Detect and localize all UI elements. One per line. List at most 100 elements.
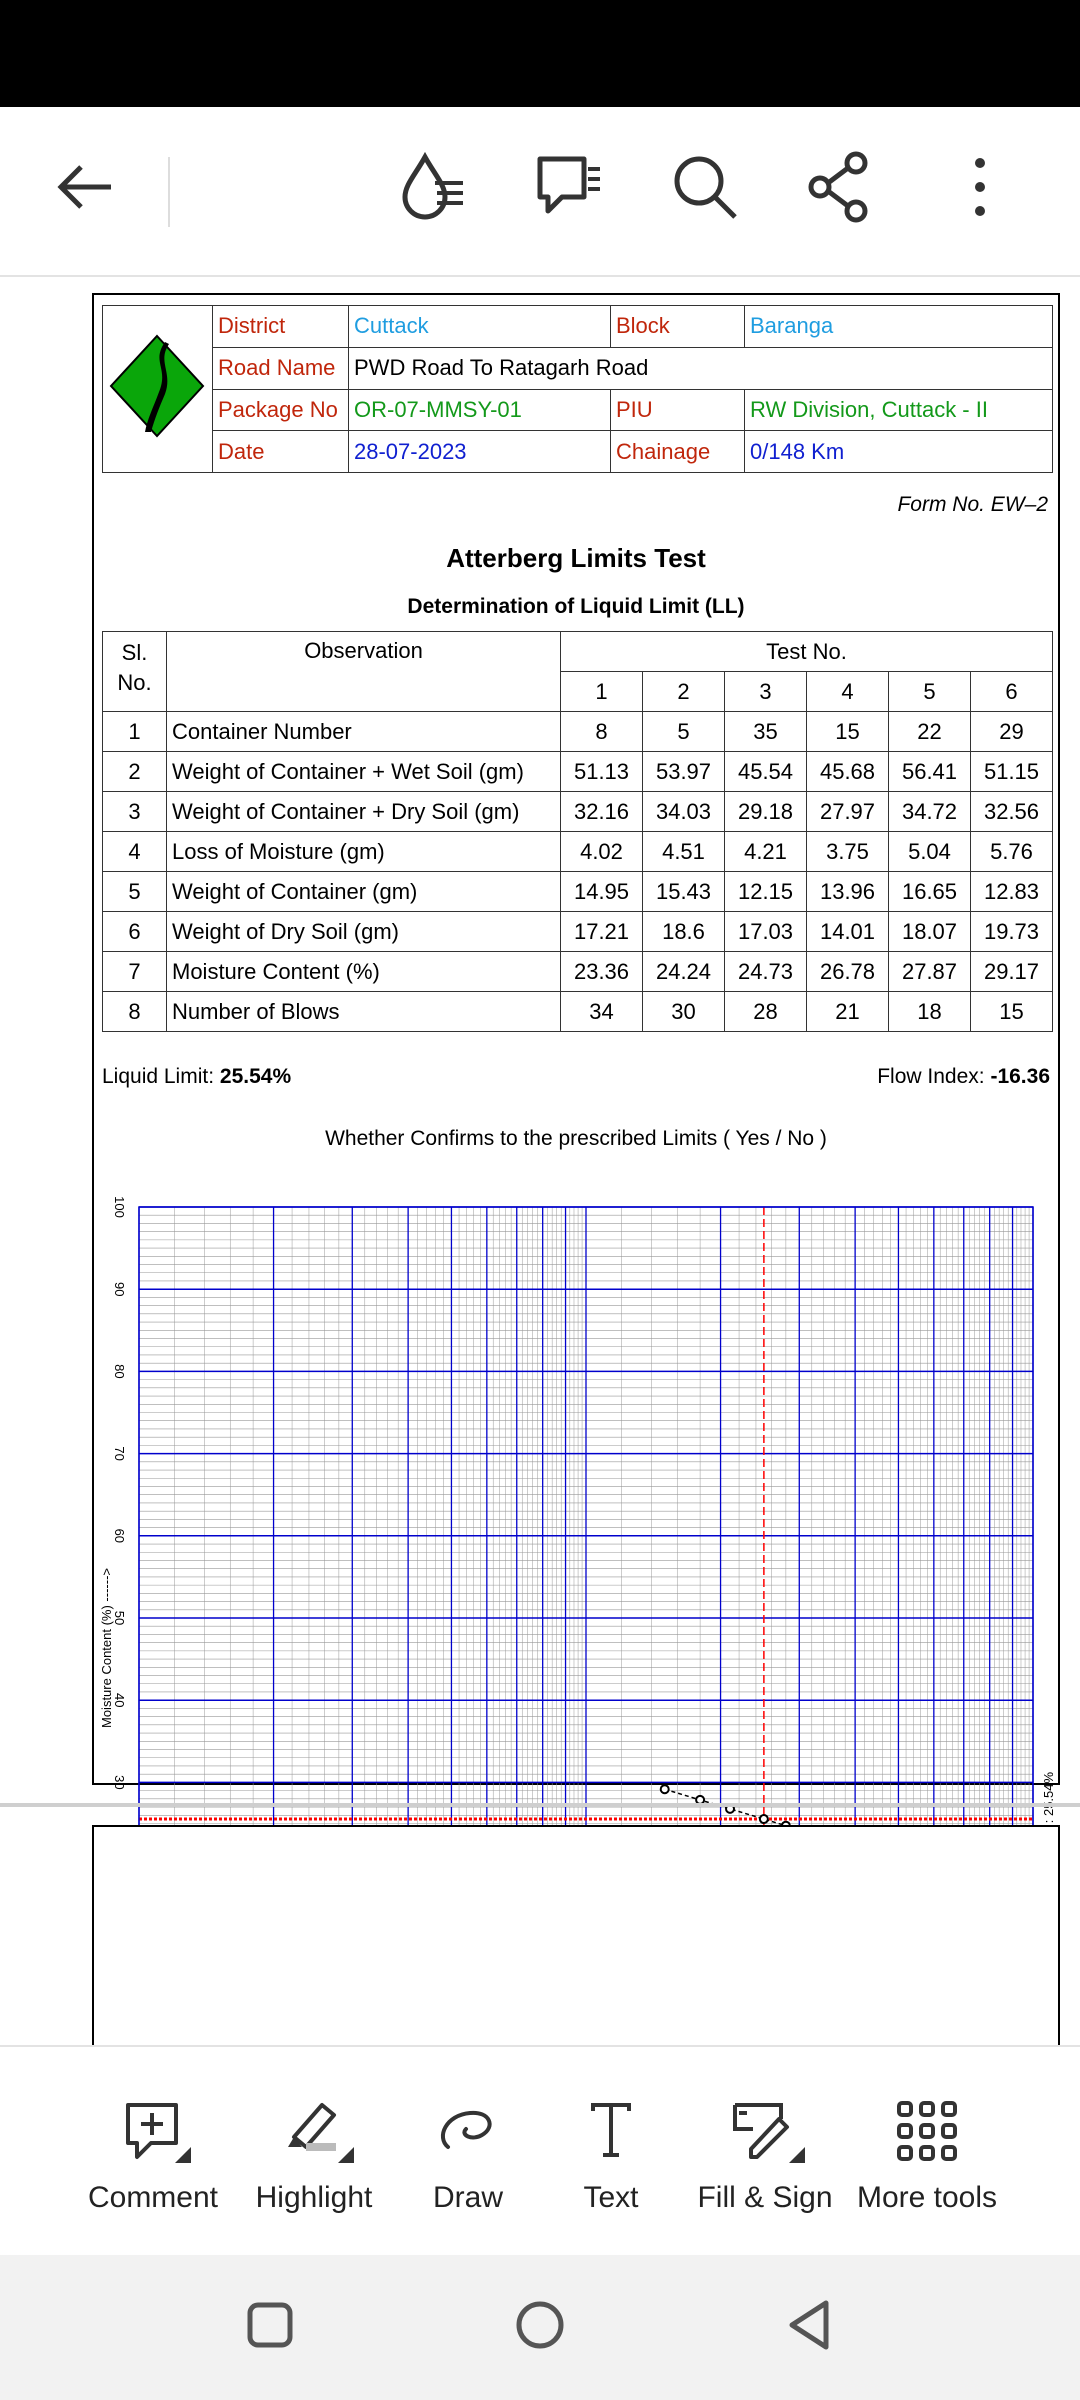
highlight-tool[interactable]: Highlight bbox=[234, 2097, 394, 2215]
value-cell: 17.21 bbox=[560, 911, 643, 952]
value-cell: 34.03 bbox=[642, 791, 725, 832]
back-icon[interactable] bbox=[780, 2295, 840, 2355]
reading-mode-icon[interactable] bbox=[395, 147, 475, 227]
y-tick-label: 90 bbox=[112, 1282, 127, 1296]
sl-cell: 2 bbox=[102, 751, 167, 792]
tool-label: Draw bbox=[432, 2181, 503, 2214]
test-no-header: 4 bbox=[806, 671, 889, 712]
home-icon[interactable] bbox=[510, 2295, 570, 2355]
table-row: 7 Moisture Content (%) 23.36 24.24 24.73 26.7… bbox=[102, 951, 1053, 992]
table-row: 6 Weight of Dry Soil (gm) 17.21 18.6 17.03 14… bbox=[102, 911, 1053, 952]
observation-cell: Number of Blows bbox=[166, 991, 561, 1032]
more-tools[interactable]: More tools bbox=[847, 2097, 1007, 2215]
value-cell: 12.15 bbox=[724, 871, 807, 912]
observation-header: Observation bbox=[166, 631, 561, 712]
more-vertical-icon[interactable] bbox=[940, 147, 1020, 227]
y-tick-label: 60 bbox=[112, 1529, 127, 1543]
value-cell: 24.73 bbox=[724, 951, 807, 992]
comments-list-icon[interactable] bbox=[530, 147, 610, 227]
value-cell: 27.97 bbox=[806, 791, 889, 832]
value-cell: 12.83 bbox=[970, 871, 1053, 912]
value-cell: 15 bbox=[970, 991, 1053, 1032]
piu-label: PIU bbox=[610, 388, 745, 432]
observation-table: Sl. No. Observation Test No. 123456 1 Con… bbox=[102, 631, 1053, 1032]
road-value: PWD Road To Ratagarh Road bbox=[348, 346, 1053, 390]
text-icon bbox=[591, 2103, 631, 2157]
observation-cell: Container Number bbox=[166, 711, 561, 752]
value-cell: 27.87 bbox=[888, 951, 971, 992]
value-cell: 29 bbox=[970, 711, 1053, 752]
top-toolbar bbox=[0, 107, 1080, 277]
test-header: Test No. bbox=[560, 631, 1053, 672]
tool-label: Highlight bbox=[255, 2181, 373, 2214]
y-tick-label: 80 bbox=[112, 1364, 127, 1378]
sl-cell: 7 bbox=[102, 951, 167, 992]
value-cell: 45.54 bbox=[724, 751, 807, 792]
y-tick-label: 70 bbox=[112, 1446, 127, 1460]
value-cell: 8 bbox=[560, 711, 643, 752]
tool-label: Text bbox=[583, 2181, 639, 2214]
value-cell: 51.13 bbox=[560, 751, 643, 792]
page-subtitle: Determination of Liquid Limit (LL) bbox=[407, 595, 745, 618]
fill-sign-tool[interactable]: Fill & Sign bbox=[685, 2097, 845, 2215]
y-axis-label: Moisture Content (%) ------> bbox=[99, 1568, 114, 1728]
value-cell: 26.78 bbox=[806, 951, 889, 992]
value-cell: 22 bbox=[888, 711, 971, 752]
text-tool[interactable]: Text bbox=[531, 2097, 691, 2215]
value-cell: 28 bbox=[724, 991, 807, 1032]
data-point bbox=[758, 1814, 769, 1825]
test-no-header: 5 bbox=[888, 671, 971, 712]
value-cell: 53.97 bbox=[642, 751, 725, 792]
value-cell: 14.01 bbox=[806, 911, 889, 952]
data-point bbox=[659, 1784, 670, 1795]
sl-header: Sl. No. bbox=[102, 631, 167, 712]
share-icon[interactable] bbox=[800, 147, 880, 227]
y-tick-label: 50 bbox=[112, 1611, 127, 1625]
date-label: Date bbox=[212, 430, 349, 473]
value-cell: 19.73 bbox=[970, 911, 1053, 952]
observation-cell: Moisture Content (%) bbox=[166, 951, 561, 992]
draw-icon bbox=[441, 2110, 492, 2149]
value-cell: 13.96 bbox=[806, 871, 889, 912]
divider bbox=[168, 157, 170, 227]
package-label: Package No bbox=[212, 388, 349, 432]
header-table: District Cuttack Block Baranga Road Name… bbox=[102, 305, 1053, 473]
y-tick-label: 40 bbox=[112, 1693, 127, 1707]
value-cell: 23.36 bbox=[560, 951, 643, 992]
pdf-page: District Cuttack Block Baranga Road Name… bbox=[92, 293, 1060, 2055]
table-row: 1 Container Number 8 5 35 15 22 29 bbox=[102, 711, 1053, 752]
value-cell: 18.07 bbox=[888, 911, 971, 952]
value-cell: 56.41 bbox=[888, 751, 971, 792]
value-cell: 5.76 bbox=[970, 831, 1053, 872]
value-cell: 14.95 bbox=[560, 871, 643, 912]
android-nav-bar bbox=[0, 2255, 1080, 2400]
recents-icon[interactable] bbox=[240, 2295, 300, 2355]
confirm-text: Whether Confirms to the prescribed Limit… bbox=[325, 1127, 827, 1150]
sl-cell: 8 bbox=[102, 991, 167, 1032]
road-label: Road Name bbox=[212, 346, 349, 390]
search-icon[interactable] bbox=[665, 147, 745, 227]
sl-cell: 5 bbox=[102, 871, 167, 912]
value-cell: 4.02 bbox=[560, 831, 643, 872]
chainage-label: Chainage bbox=[610, 430, 745, 473]
back-arrow-icon[interactable] bbox=[45, 147, 125, 227]
value-cell: 35 bbox=[724, 711, 807, 752]
table-row: 4 Loss of Moisture (gm) 4.02 4.51 4.21 3.75 5.… bbox=[102, 831, 1053, 872]
district-label: District bbox=[212, 305, 349, 348]
comment-add-icon bbox=[126, 2103, 191, 2163]
observation-cell: Weight of Container + Dry Soil (gm) bbox=[166, 791, 561, 832]
value-cell: 5 bbox=[642, 711, 725, 752]
value-cell: 16.65 bbox=[888, 871, 971, 912]
draw-tool[interactable]: Draw bbox=[388, 2097, 548, 2215]
road-logo-icon bbox=[109, 334, 205, 438]
flow-index-result: Flow Index: -16.36 bbox=[877, 1065, 1050, 1089]
sl-cell: 1 bbox=[102, 711, 167, 752]
value-cell: 5.04 bbox=[888, 831, 971, 872]
table-row: 5 Weight of Container (gm) 14.95 15.43 12.15… bbox=[102, 871, 1053, 912]
page-separator bbox=[0, 1803, 1080, 1807]
value-cell: 34.72 bbox=[888, 791, 971, 832]
value-cell: 45.68 bbox=[806, 751, 889, 792]
comment-tool[interactable]: Comment bbox=[73, 2097, 233, 2215]
value-cell: 18 bbox=[888, 991, 971, 1032]
value-cell: 18.6 bbox=[642, 911, 725, 952]
